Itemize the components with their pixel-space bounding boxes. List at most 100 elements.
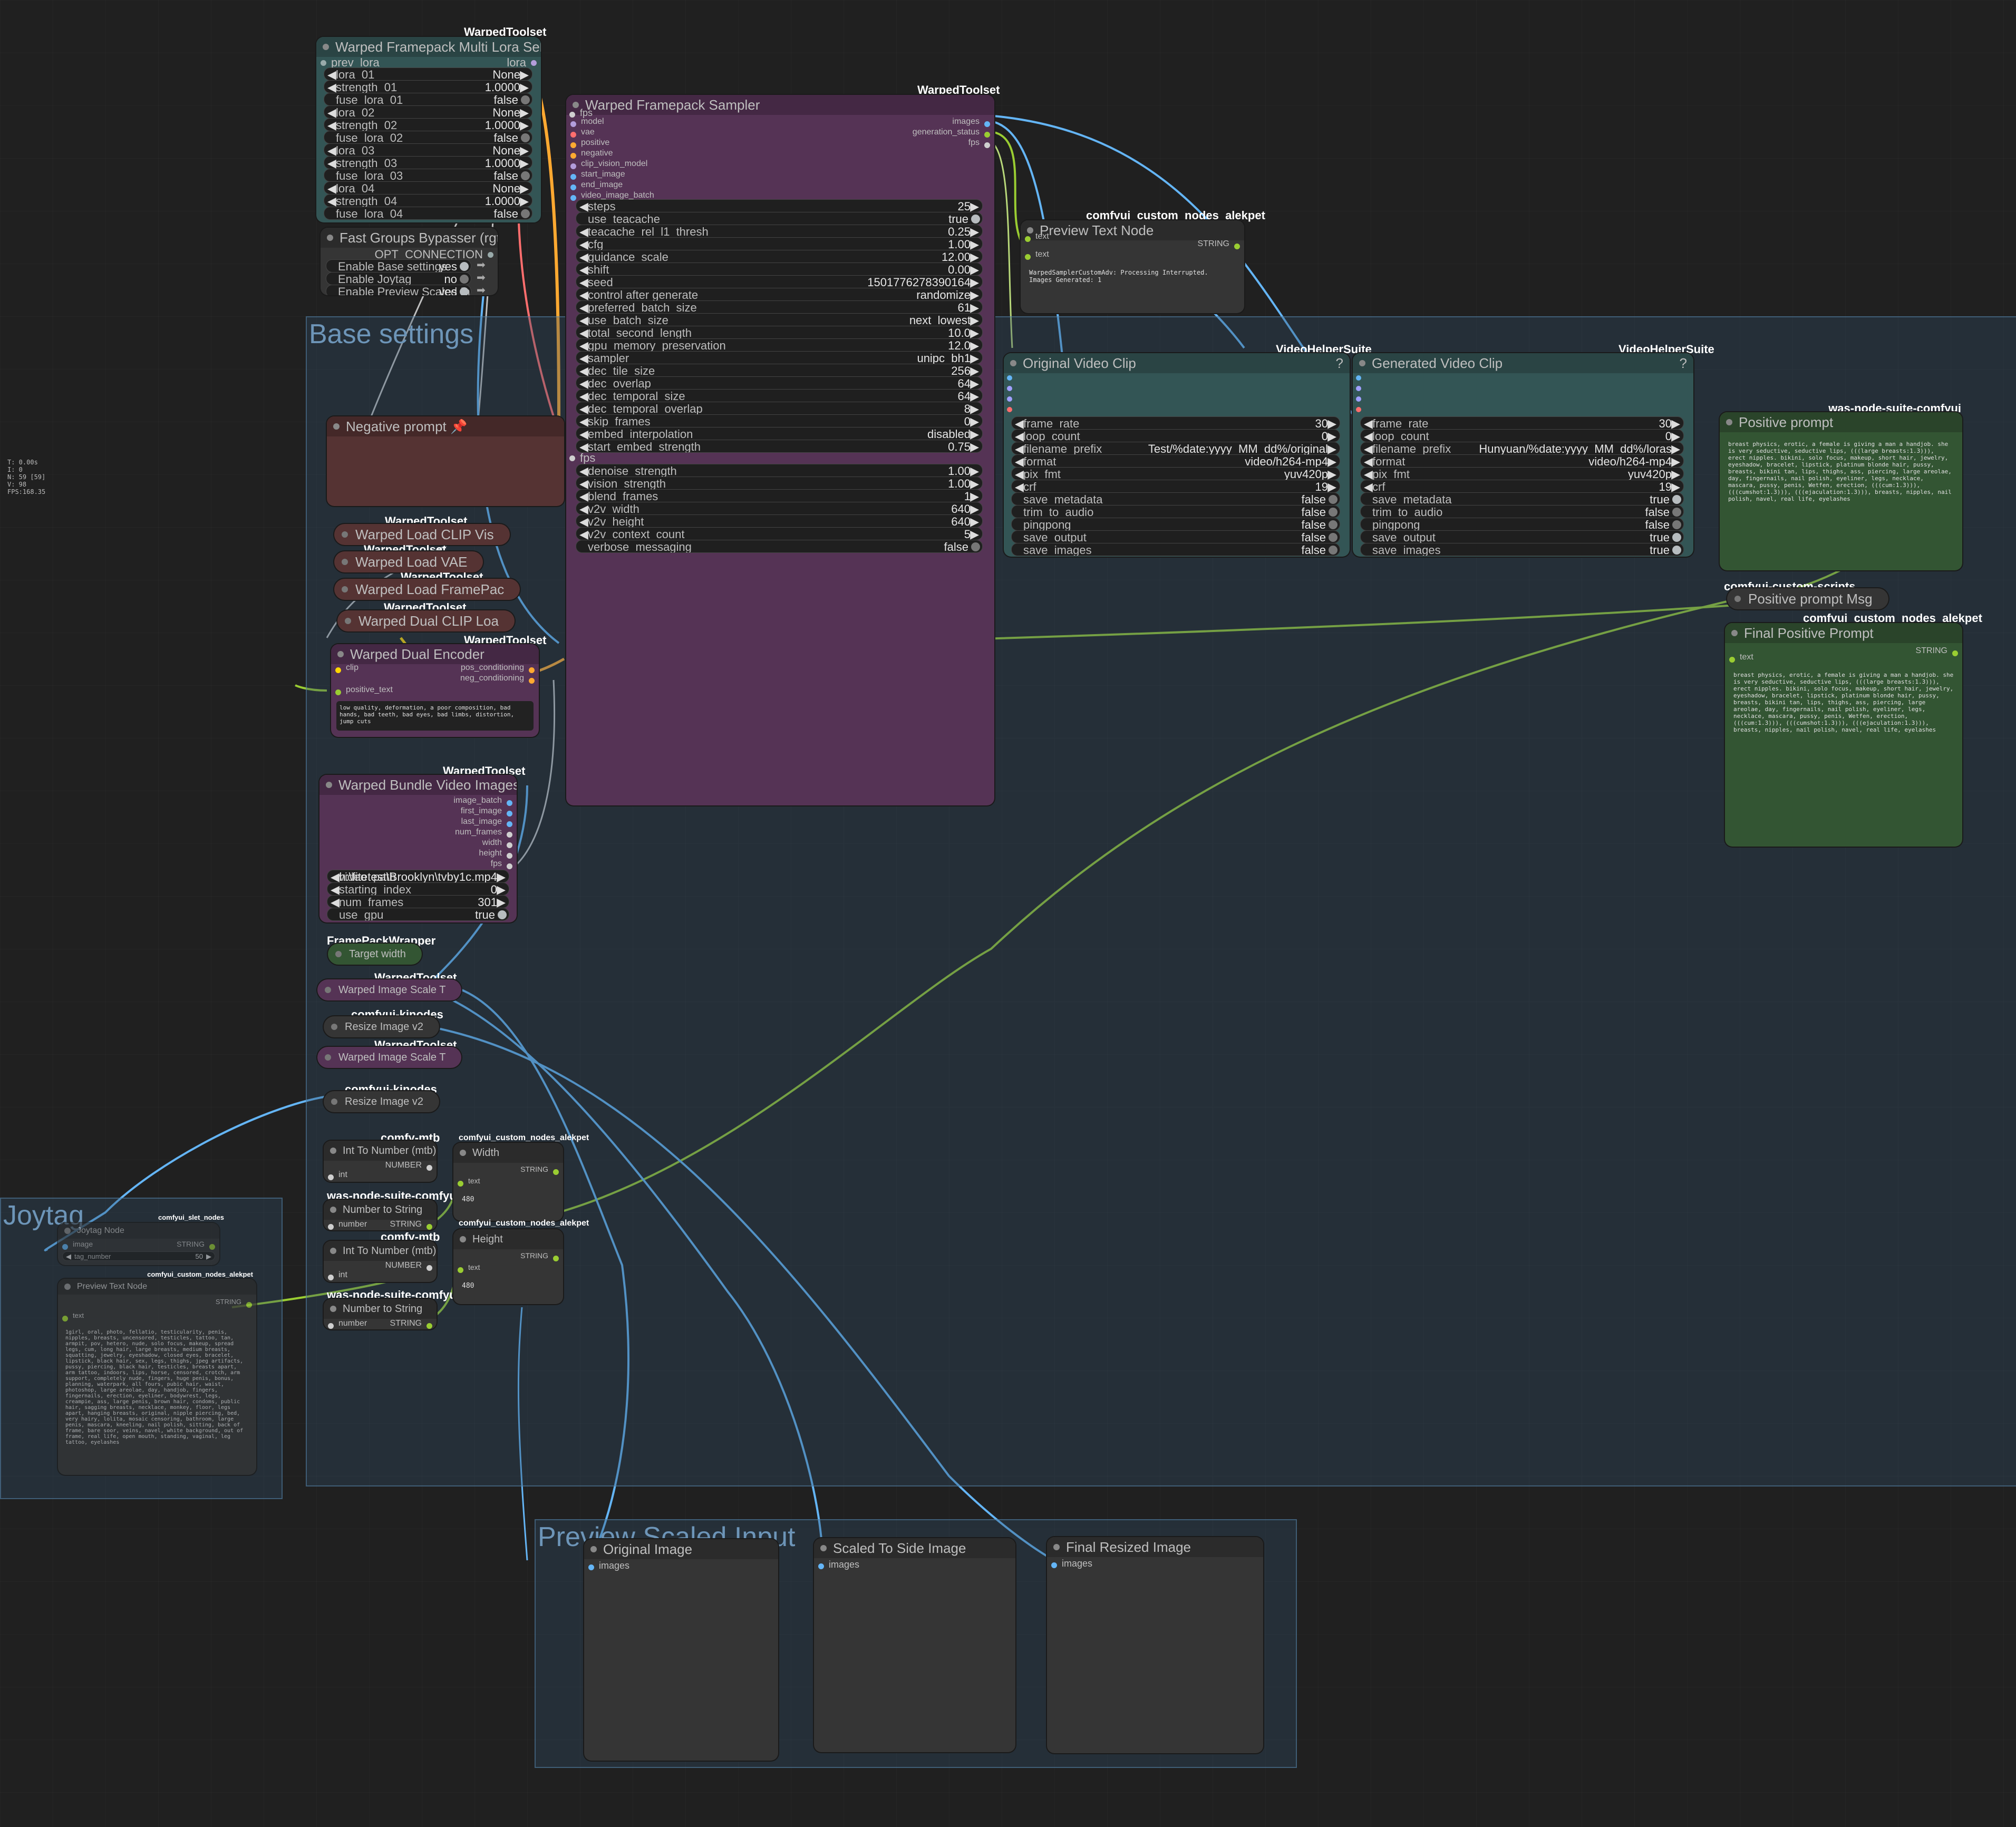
- collapse-dot-icon[interactable]: [323, 44, 329, 50]
- widget-steps[interactable]: ◀ steps 25 ▶: [576, 199, 983, 212]
- output-string[interactable]: STRING: [390, 1220, 435, 1230]
- widget-format[interactable]: ◀ format video/h264-mp4 ▶: [1011, 454, 1340, 468]
- toggle-knob-icon[interactable]: [521, 133, 530, 142]
- arrow-right-icon[interactable]: ▶: [970, 502, 979, 514]
- arrow-left-icon[interactable]: ◀: [327, 81, 336, 93]
- widget-seed[interactable]: ◀ seed 1501776278390164 ▶: [576, 275, 983, 288]
- output-last-image[interactable]: last_image: [461, 817, 516, 827]
- widget-frame-rate[interactable]: ◀ frame_rate 30 ▶: [1360, 416, 1684, 430]
- node-joytag[interactable]: Joytag Node image STRING ◀ tag_number 50 ▶: [58, 1223, 219, 1265]
- widget-strength-03[interactable]: ◀ strength_03 1.0000 ▶: [324, 156, 532, 169]
- widget-lora-04[interactable]: ◀ lora_04 None ▶: [324, 181, 532, 195]
- input-clip[interactable]: clip: [332, 663, 358, 673]
- collapse-dot-icon[interactable]: [1731, 630, 1738, 636]
- toggle-knob-icon[interactable]: [460, 275, 469, 284]
- arrow-left-icon[interactable]: ◀: [579, 339, 588, 351]
- input-slot-dot[interactable]: [1007, 375, 1012, 381]
- input-positive[interactable]: positive: [567, 138, 609, 148]
- widget-save-output[interactable]: save_output true: [1360, 530, 1684, 543]
- navigate-arrow-icon[interactable]: ➡: [477, 271, 486, 284]
- widget-guidance-scale[interactable]: ◀ guidance_scale 12.00 ▶: [576, 250, 983, 263]
- collapse-dot-icon[interactable]: [1053, 1544, 1060, 1550]
- widget-embed-interpolation[interactable]: ◀ embed_interpolation disabled ▶: [576, 427, 983, 440]
- toggle-knob-icon[interactable]: [1329, 495, 1337, 504]
- widget-filename-prefix[interactable]: ◀ filename_prefix Test/%date:yyyy_MM_dd%/o…: [1011, 442, 1340, 455]
- node-title[interactable]: Warped Bundle Video Images: [319, 775, 517, 795]
- widget-gpu-memory-preservation[interactable]: ◀ gpu_memory_preservation 12.0 ▶: [576, 338, 983, 352]
- input-text[interactable]: text: [1726, 653, 1753, 663]
- output-fps[interactable]: fps: [968, 138, 993, 148]
- collapse-dot-icon[interactable]: [330, 1207, 336, 1213]
- widget-strength-04[interactable]: ◀ strength_04 1.0000 ▶: [324, 194, 532, 207]
- input-images[interactable]: images: [815, 1559, 859, 1570]
- arrow-right-icon[interactable]: ▶: [970, 339, 979, 351]
- output-first-image[interactable]: first_image: [461, 806, 516, 817]
- widget-tag-number[interactable]: ◀ tag_number 50 ▶: [62, 1251, 215, 1261]
- widget-use-gpu[interactable]: use_gpu true: [327, 908, 509, 921]
- node-title[interactable]: Warped Dual Encoder: [331, 644, 539, 664]
- arrow-left-icon[interactable]: ◀: [579, 326, 588, 338]
- arrow-left-icon[interactable]: ◀: [331, 883, 340, 895]
- toggle-enable-base-settings[interactable]: Enable Base settings yes: [326, 259, 471, 273]
- input-number[interactable]: number: [325, 1220, 367, 1230]
- arrow-right-icon[interactable]: ▶: [1671, 455, 1680, 467]
- input-slot-dot[interactable]: [1356, 396, 1361, 402]
- widget-pix-fmt[interactable]: ◀ pix_fmt yuv420p ▶: [1360, 467, 1684, 480]
- widget-save-images[interactable]: save_images true: [1360, 543, 1684, 556]
- arrow-right-icon[interactable]: ▶: [1327, 468, 1336, 480]
- node-title[interactable]: Number to String: [324, 1200, 437, 1220]
- arrow-left-icon[interactable]: ◀: [1364, 468, 1373, 480]
- arrow-right-icon[interactable]: ▶: [1327, 442, 1336, 454]
- arrow-right-icon[interactable]: ▶: [970, 390, 979, 402]
- arrow-right-icon[interactable]: ▶: [970, 528, 979, 540]
- input-slot-dot[interactable]: [1356, 375, 1361, 381]
- arrow-right-icon[interactable]: ▶: [970, 314, 979, 326]
- toggle-knob-icon[interactable]: [1329, 508, 1337, 517]
- widget-crf[interactable]: ◀ crf 19 ▶: [1360, 480, 1684, 493]
- node-resize-image-1[interactable]: Resize Image v2: [324, 1016, 439, 1037]
- arrow-left-icon[interactable]: ◀: [579, 490, 588, 502]
- node-title[interactable]: Scaled To Side Image: [814, 1538, 1015, 1558]
- arrow-right-icon[interactable]: ▶: [970, 250, 979, 263]
- arrow-left-icon[interactable]: ◀: [579, 288, 588, 300]
- arrow-left-icon[interactable]: ◀: [327, 182, 336, 194]
- arrow-right-icon[interactable]: ▶: [520, 81, 529, 93]
- input-text[interactable]: text: [454, 1263, 480, 1273]
- node-positive-prompt-msg[interactable]: Positive prompt Msg: [1727, 588, 1888, 609]
- arrow-left-icon[interactable]: ◀: [579, 502, 588, 514]
- node-int-to-number-1[interactable]: Int To Number (mtb) NUMBER int: [324, 1141, 437, 1182]
- collapse-dot-icon[interactable]: [333, 423, 340, 430]
- arrow-left-icon[interactable]: ◀: [1015, 417, 1024, 429]
- widget-sampler[interactable]: ◀ sampler unipc_bh1 ▶: [576, 351, 983, 364]
- arrow-right-icon[interactable]: ▶: [970, 288, 979, 300]
- node-image-scale-1[interactable]: Warped Image Scale T: [317, 979, 462, 1000]
- node-framepack-sampler[interactable]: Warped Framepack Sampler fps fps model va…: [566, 95, 994, 805]
- node-title[interactable]: Height: [453, 1229, 563, 1249]
- output-string[interactable]: STRING: [520, 1165, 562, 1175]
- arrow-right-icon[interactable]: ▶: [970, 364, 979, 376]
- toggle-knob-icon[interactable]: [1672, 546, 1681, 555]
- widget-fuse-lora-01[interactable]: fuse_lora_01 false: [324, 93, 532, 106]
- arrow-left-icon[interactable]: ◀: [579, 200, 588, 212]
- node-width[interactable]: Width STRING text 480: [453, 1143, 563, 1221]
- node-title[interactable]: Number to String: [324, 1299, 437, 1319]
- widget-use-teacache[interactable]: use_teacache true: [576, 212, 983, 225]
- widget-total-second-length[interactable]: ◀ total_second_length 10.0 ▶: [576, 326, 983, 339]
- widget-shift[interactable]: ◀ shift 0.00 ▶: [576, 263, 983, 276]
- arrow-left-icon[interactable]: ◀: [579, 402, 588, 414]
- output-width[interactable]: width: [482, 838, 516, 848]
- arrow-left-icon[interactable]: ◀: [579, 352, 588, 364]
- node-title[interactable]: Negative prompt 📌: [327, 416, 564, 436]
- input-text[interactable]: text: [1022, 232, 1049, 242]
- arrow-left-icon[interactable]: ◀: [66, 1252, 71, 1260]
- output-string[interactable]: STRING: [1198, 239, 1243, 249]
- arrow-left-icon[interactable]: ◀: [1015, 442, 1024, 454]
- widget-filename-prefix[interactable]: ◀ filename_prefix Hunyuan/%date:yyyy_MM_dd…: [1360, 442, 1684, 455]
- widget-use-batch-size[interactable]: ◀ use_batch_size next_lowest ▶: [576, 313, 983, 326]
- node-image-scale-2[interactable]: Warped Image Scale T: [317, 1047, 462, 1068]
- arrow-right-icon[interactable]: ▶: [520, 68, 529, 80]
- widget-skip-frames[interactable]: ◀ skip_frames 0 ▶: [576, 414, 983, 427]
- node-title[interactable]: Original Image: [584, 1539, 778, 1559]
- arrow-right-icon[interactable]: ▶: [497, 896, 506, 908]
- node-multi-lora-select[interactable]: Warped Framepack Multi Lora Select prev_…: [316, 37, 541, 222]
